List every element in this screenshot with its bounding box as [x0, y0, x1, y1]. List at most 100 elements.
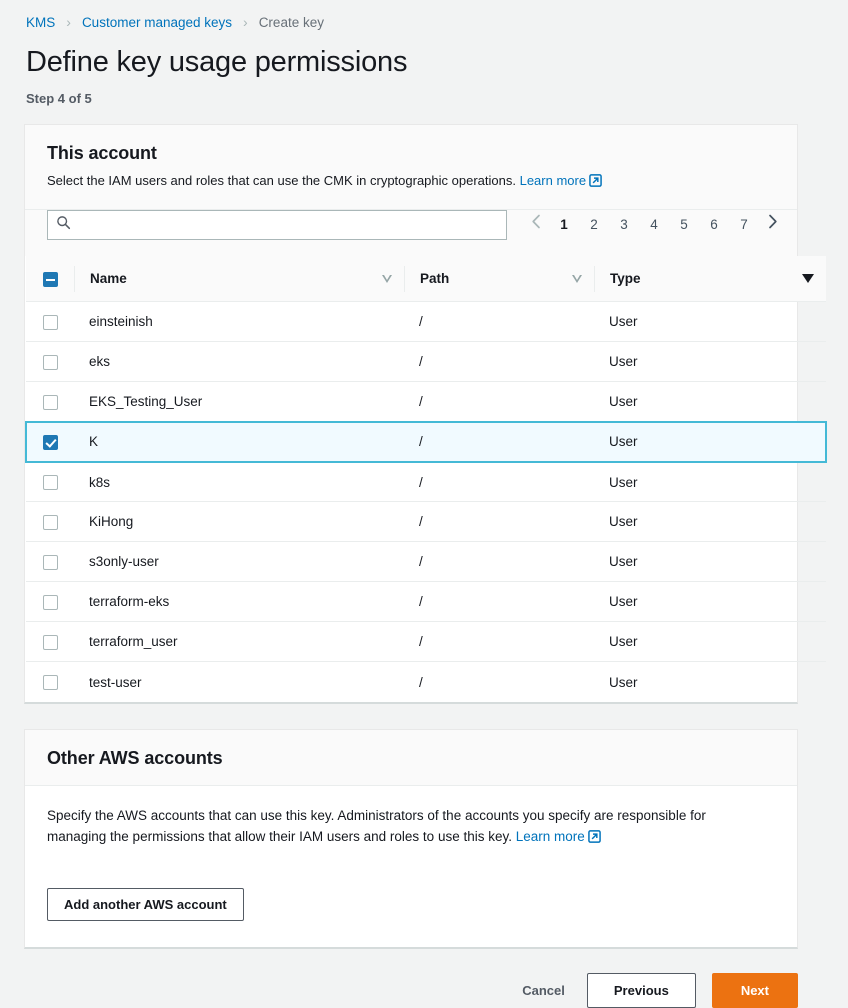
column-header-path[interactable]: Path [404, 255, 594, 303]
pagination-next-icon[interactable] [759, 214, 785, 235]
other-accounts-card: Other AWS accounts Specify the AWS accou… [24, 728, 798, 949]
pagination-page-1[interactable]: 1 [549, 215, 579, 235]
page-title: Define key usage permissions [26, 46, 408, 78]
row-select-cell [26, 461, 74, 503]
table-row[interactable]: terraform_user / User [26, 621, 826, 663]
row-type-cell: User [594, 581, 826, 623]
row-type-cell: User [594, 301, 826, 343]
row-checkbox[interactable] [42, 314, 58, 330]
row-checkbox[interactable] [42, 554, 58, 570]
row-select-cell [26, 581, 74, 623]
row-path-cell: / [404, 621, 594, 663]
row-checkbox[interactable] [42, 675, 58, 691]
row-select-cell [26, 621, 74, 663]
row-checkbox[interactable] [43, 434, 58, 450]
row-select-cell [26, 341, 74, 383]
add-another-aws-account-button[interactable]: Add another AWS account [47, 887, 244, 921]
row-type-cell: User [609, 674, 638, 690]
row-checkbox[interactable] [42, 475, 58, 491]
row-name-cell: einsteinish [74, 301, 404, 343]
select-all-checkbox[interactable] [42, 271, 58, 287]
column-header-type-label: Type [610, 271, 641, 287]
row-checkbox[interactable] [42, 634, 58, 650]
row-type-cell: User [594, 541, 826, 583]
row-type-cell: User [594, 381, 826, 423]
external-link-icon [589, 173, 602, 193]
table-row[interactable]: test-user / User [26, 662, 826, 702]
row-checkbox[interactable] [42, 354, 58, 370]
row-name-cell: EKS_Testing_User [74, 381, 404, 423]
row-type-cell: User [594, 461, 826, 503]
row-path-cell: / [419, 674, 423, 690]
sort-name-icon[interactable] [382, 274, 392, 283]
search-input[interactable] [78, 217, 498, 233]
this-account-card-header: This account Select the IAM users and ro… [25, 125, 797, 210]
breadcrumb-item-kms[interactable]: KMS [26, 15, 55, 30]
pagination-page-6[interactable]: 6 [699, 215, 729, 235]
iam-principals-table: Name Path Type einsteinish / User eks / … [25, 255, 827, 702]
this-account-title: This account [47, 143, 157, 164]
pagination-page-5[interactable]: 5 [669, 215, 699, 235]
row-type-cell: User [594, 621, 826, 663]
row-select-cell [26, 501, 74, 543]
sort-path-icon[interactable] [572, 274, 582, 283]
external-link-icon [587, 829, 601, 850]
learn-more-link-other-accounts[interactable]: Learn more [516, 829, 601, 844]
table-row[interactable]: s3only-user / User [26, 541, 826, 583]
next-button[interactable]: Next [711, 972, 798, 1008]
row-name-cell: test-user [89, 674, 142, 690]
learn-more-label: Learn more [519, 173, 587, 189]
row-select-cell [26, 301, 74, 343]
row-select-cell [25, 420, 74, 463]
pagination-prev-icon[interactable] [523, 214, 549, 235]
pagination-page-3[interactable]: 3 [609, 215, 639, 235]
row-type-cell: User [594, 420, 827, 463]
breadcrumb-item-customer-managed-keys[interactable]: Customer managed keys [82, 15, 232, 30]
learn-more-link[interactable]: Learn more [520, 173, 602, 188]
table-row[interactable]: k8s / User [26, 461, 826, 503]
row-checkbox[interactable] [42, 394, 58, 410]
table-row[interactable]: terraform-eks / User [26, 581, 826, 623]
sort-type-icon[interactable] [802, 274, 814, 284]
pagination-page-4[interactable]: 4 [639, 215, 669, 235]
breadcrumb-item-create-key: Create key [258, 14, 324, 30]
other-accounts-card-header: Other AWS accounts [25, 729, 797, 786]
row-name-cell: terraform-eks [74, 581, 404, 623]
search-box[interactable] [47, 209, 507, 240]
row-name-cell: terraform_user [74, 621, 404, 663]
other-accounts-card-body: Specify the AWS accounts that can use th… [25, 786, 797, 947]
breadcrumb-separator-icon: › [243, 14, 248, 30]
row-type-cell: User [594, 501, 826, 543]
row-type-cell: User [594, 341, 826, 383]
row-path-cell: / [404, 541, 594, 583]
other-accounts-description: Specify the AWS accounts that can use th… [47, 806, 747, 850]
row-name-cell: k8s [74, 461, 404, 503]
this-account-description-text: Select the IAM users and roles that can … [47, 173, 516, 189]
cancel-button[interactable]: Cancel [516, 975, 571, 1006]
row-checkbox[interactable] [42, 594, 58, 610]
table-row[interactable]: eks / User [26, 341, 826, 383]
table-row[interactable]: K / User [25, 420, 827, 463]
select-all-header-cell [26, 255, 74, 303]
row-path-cell: / [404, 420, 594, 463]
pagination-page-7[interactable]: 7 [729, 215, 759, 235]
column-header-path-label: Path [420, 271, 450, 287]
other-accounts-title: Other AWS accounts [47, 747, 223, 768]
table-row[interactable]: KiHong / User [26, 501, 826, 543]
row-checkbox[interactable] [42, 514, 58, 530]
pagination-page-2[interactable]: 2 [579, 215, 609, 235]
table-toolbar: 1 2 3 4 5 6 7 [25, 209, 797, 256]
column-header-type[interactable]: Type [594, 255, 826, 303]
row-path-cell: / [404, 341, 594, 383]
pagination: 1 2 3 4 5 6 7 [523, 214, 785, 235]
table-header-row: Name Path Type [26, 255, 826, 303]
row-name-cell: K [74, 420, 404, 463]
row-path-cell: / [404, 301, 594, 343]
previous-button[interactable]: Previous [586, 972, 696, 1008]
column-header-name[interactable]: Name [74, 255, 404, 303]
table-row[interactable]: EKS_Testing_User / User [26, 381, 826, 423]
table-body: einsteinish / User eks / User EKS_Testing_User… [25, 301, 827, 702]
this-account-card: This account Select the IAM users and ro… [24, 124, 827, 704]
breadcrumb: KMS › Customer managed keys › Create key [0, 0, 848, 32]
table-row[interactable]: einsteinish / User [26, 301, 826, 343]
